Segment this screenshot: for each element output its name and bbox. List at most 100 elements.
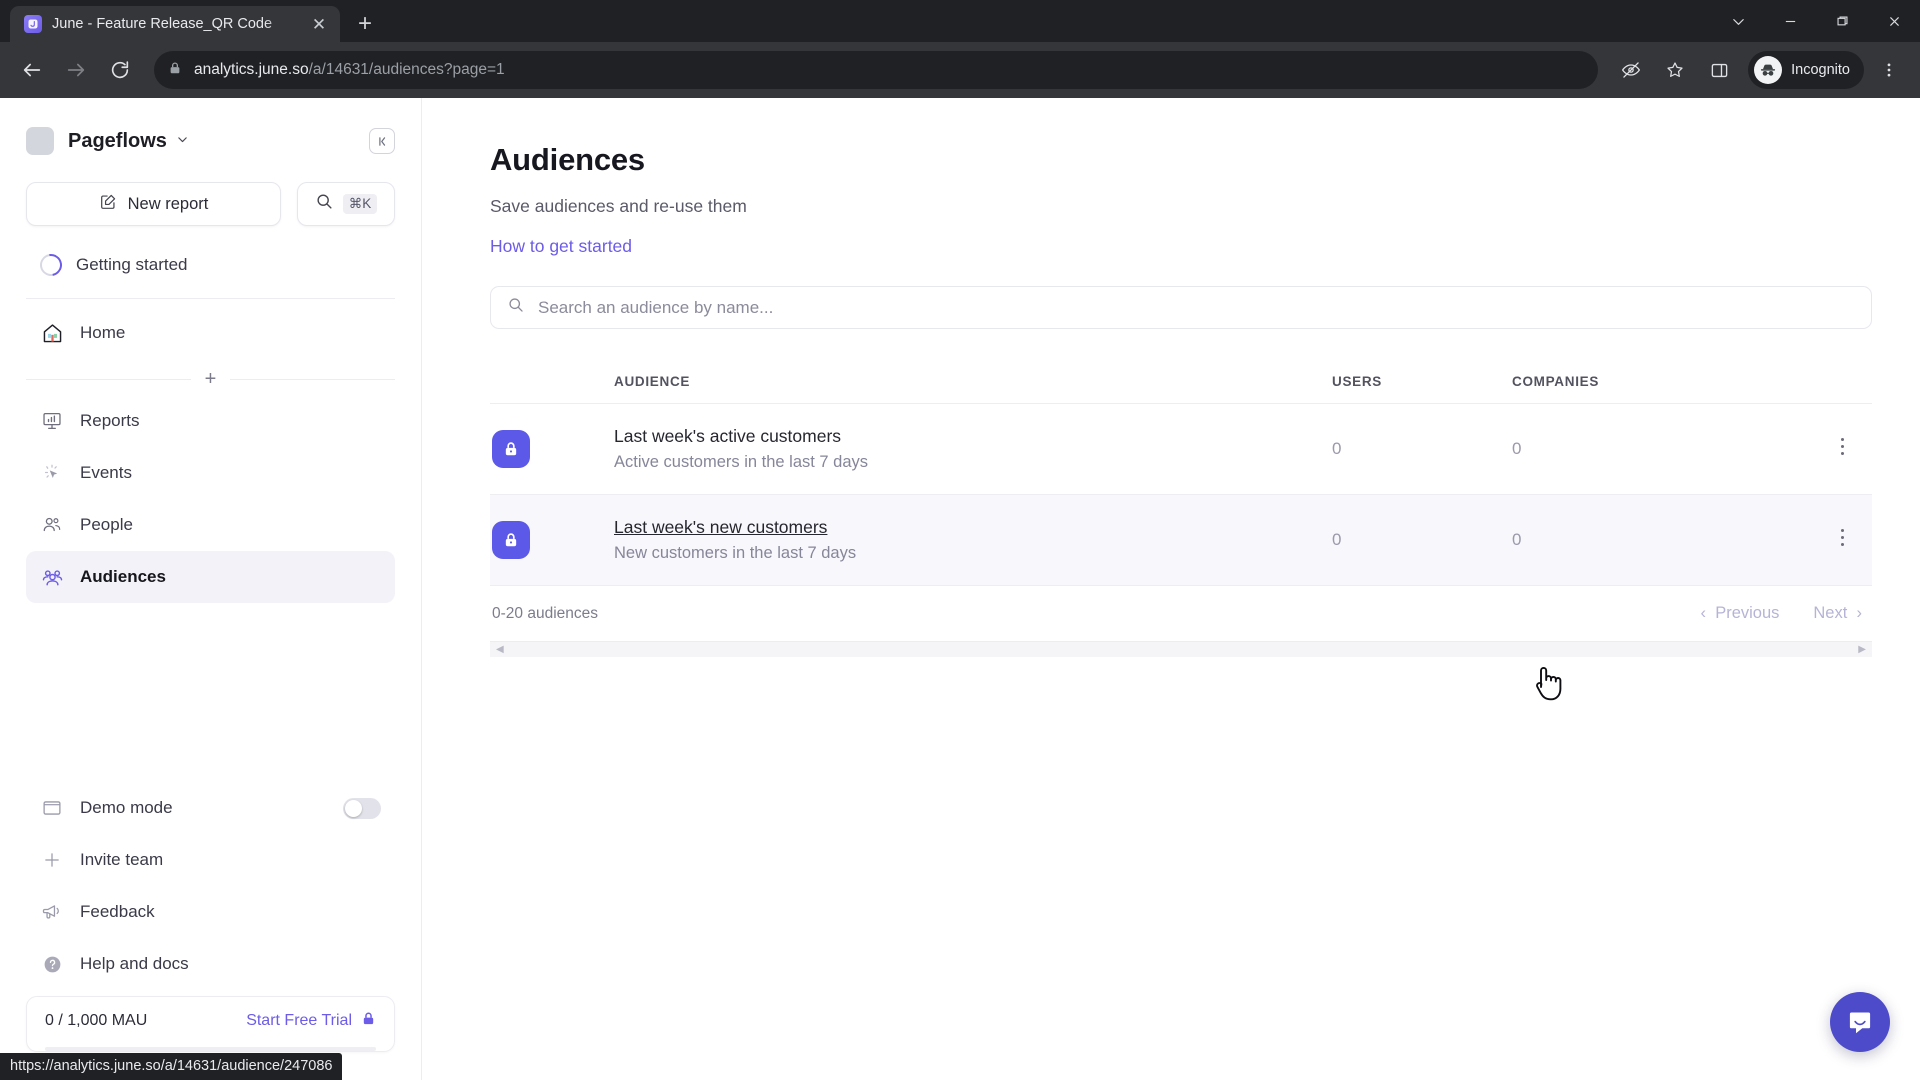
maximize-icon[interactable] [1816, 0, 1868, 42]
progress-ring-icon [35, 249, 67, 281]
intercom-messenger-icon[interactable] [1830, 992, 1890, 1052]
sidebar-item-label: Feedback [80, 902, 155, 921]
star-icon[interactable] [1656, 51, 1694, 89]
browser-tab[interactable]: June - Feature Release_QR Code ✕ [10, 6, 340, 42]
table-horizontal-scrollbar[interactable]: ◀ ▶ [490, 641, 1872, 657]
minimize-icon[interactable] [1764, 0, 1816, 42]
pagination: ‹ Previous Next › [1701, 604, 1862, 623]
sidebar-item-reports[interactable]: Reports [26, 395, 395, 447]
sidebar-item-home[interactable]: Home [26, 307, 395, 359]
audience-name[interactable]: Last week's active customers [614, 426, 1332, 447]
sidebar-item-label: Events [80, 463, 132, 482]
col-companies-header: COMPANIES [1512, 373, 1600, 389]
audience-search-input[interactable]: Search an audience by name... [490, 286, 1872, 329]
new-report-button[interactable]: New report [26, 182, 281, 226]
close-icon[interactable]: ✕ [308, 13, 330, 35]
sidebar-item-invite-team[interactable]: Invite team [26, 834, 395, 886]
lock-icon [361, 1011, 376, 1031]
sidebar-item-people[interactable]: People [26, 499, 395, 551]
table-row[interactable]: Last week's new customers New customers … [490, 494, 1872, 585]
row-icon-cell [492, 521, 614, 559]
profile-chip[interactable]: Incognito [1748, 51, 1864, 89]
mau-progress-bar [45, 1047, 376, 1051]
browser-tab-strip: June - Feature Release_QR Code ✕ + [0, 0, 1920, 42]
browser-toolbar: analytics.june.so/a/14631/audiences?page… [0, 42, 1920, 98]
lock-badge-icon [492, 521, 530, 559]
address-bar-url: analytics.june.so/a/14631/audiences?page… [194, 61, 505, 79]
kebab-menu-icon[interactable] [1840, 438, 1845, 461]
scroll-right-icon[interactable]: ▶ [1858, 644, 1866, 655]
three-dots-vertical-icon[interactable] [1870, 51, 1908, 89]
window-controls [1712, 0, 1920, 42]
sidebar-divider [26, 298, 395, 299]
chevron-down-icon[interactable] [1712, 0, 1764, 42]
divider-line [26, 378, 191, 380]
table-header-row: AUDIENCE USERS COMPANIES [490, 359, 1872, 403]
row-icon-cell [492, 430, 614, 468]
home-icon [40, 321, 64, 345]
audiences-icon [40, 565, 64, 589]
row-name-cell: Last week's active customers Active cust… [614, 426, 1332, 472]
collapse-sidebar-icon[interactable] [369, 128, 395, 154]
sidebar-item-audiences[interactable]: Audiences [26, 551, 395, 603]
sidebar-item-label: Reports [80, 411, 140, 430]
sidebar-item-feedback[interactable]: Feedback [26, 886, 395, 938]
scroll-left-icon[interactable]: ◀ [496, 644, 504, 655]
url-path: /a/14631/audiences?page=1 [308, 61, 505, 78]
status-bar-url: https://analytics.june.so/a/14631/audien… [0, 1053, 343, 1080]
divider-line [230, 378, 395, 380]
browser-window: June - Feature Release_QR Code ✕ + analy… [0, 0, 1920, 1080]
demo-mode-icon [40, 796, 64, 820]
users-count: 0 [1332, 439, 1342, 458]
next-page-button[interactable]: Next › [1813, 604, 1862, 623]
eye-off-icon[interactable] [1612, 51, 1650, 89]
audience-name[interactable]: Last week's new customers [614, 517, 1332, 538]
start-free-trial-button[interactable]: Start Free Trial [246, 1011, 376, 1031]
pointer-hand-cursor [1536, 667, 1562, 701]
table-row[interactable]: Last week's active customers Active cust… [490, 403, 1872, 494]
arrow-right-icon[interactable] [56, 50, 96, 90]
col-users-header: USERS [1332, 373, 1383, 389]
mau-trial-card: 0 / 1,000 MAU Start Free Trial [26, 996, 395, 1052]
add-section-divider[interactable]: + [26, 369, 395, 389]
next-label: Next [1813, 604, 1848, 622]
search-icon [315, 192, 334, 216]
row-menu-cell [1812, 528, 1872, 552]
main-content: Audiences Save audiences and re-use them… [422, 98, 1920, 1080]
plus-icon[interactable]: + [205, 369, 217, 389]
demo-mode-toggle[interactable] [343, 797, 381, 819]
plus-icon[interactable]: + [348, 7, 382, 41]
sidebar-item-getting-started[interactable]: Getting started [26, 238, 395, 292]
audience-description: Active customers in the last 7 days [614, 453, 869, 471]
sidebar-item-events[interactable]: Events [26, 447, 395, 499]
arrow-left-icon[interactable] [12, 50, 52, 90]
row-name-cell: Last week's new customers New customers … [614, 517, 1332, 563]
companies-count: 0 [1512, 439, 1522, 458]
how-to-get-started-link[interactable]: How to get started [490, 236, 632, 257]
chevron-down-icon [176, 133, 189, 149]
toggle-knob [345, 799, 362, 817]
events-cursor-icon [40, 461, 64, 485]
workspace-switcher[interactable]: Pageflows [26, 98, 395, 170]
quick-search-shortcut: ⌘K [342, 193, 378, 215]
sidebar-item-demo-mode[interactable]: Demo mode [26, 782, 395, 834]
side-panel-icon[interactable] [1700, 51, 1738, 89]
quick-search-button[interactable]: ⌘K [297, 182, 395, 226]
new-report-label: New report [127, 194, 209, 213]
address-bar[interactable]: analytics.june.so/a/14631/audiences?page… [154, 51, 1599, 89]
reload-icon[interactable] [100, 50, 140, 90]
audience-count-label: 0-20 audiences [492, 604, 598, 622]
users-count: 0 [1332, 530, 1342, 549]
browser-tab-title: June - Feature Release_QR Code [52, 16, 273, 32]
page-subtitle: Save audiences and re-use them [490, 196, 747, 216]
kebab-menu-icon[interactable] [1840, 529, 1845, 552]
previous-page-button[interactable]: ‹ Previous [1701, 604, 1780, 623]
mau-row: 0 / 1,000 MAU Start Free Trial [45, 1011, 376, 1031]
page-body: Pageflows New report ⌘K Getting started … [0, 98, 1920, 1080]
sidebar-item-label: Audiences [80, 567, 166, 586]
sidebar-item-help-and-docs[interactable]: Help and docs [26, 938, 395, 990]
window-close-icon[interactable] [1868, 0, 1920, 42]
audiences-table: AUDIENCE USERS COMPANIES Last week's act… [490, 359, 1872, 657]
getting-started-label: Getting started [76, 255, 188, 274]
